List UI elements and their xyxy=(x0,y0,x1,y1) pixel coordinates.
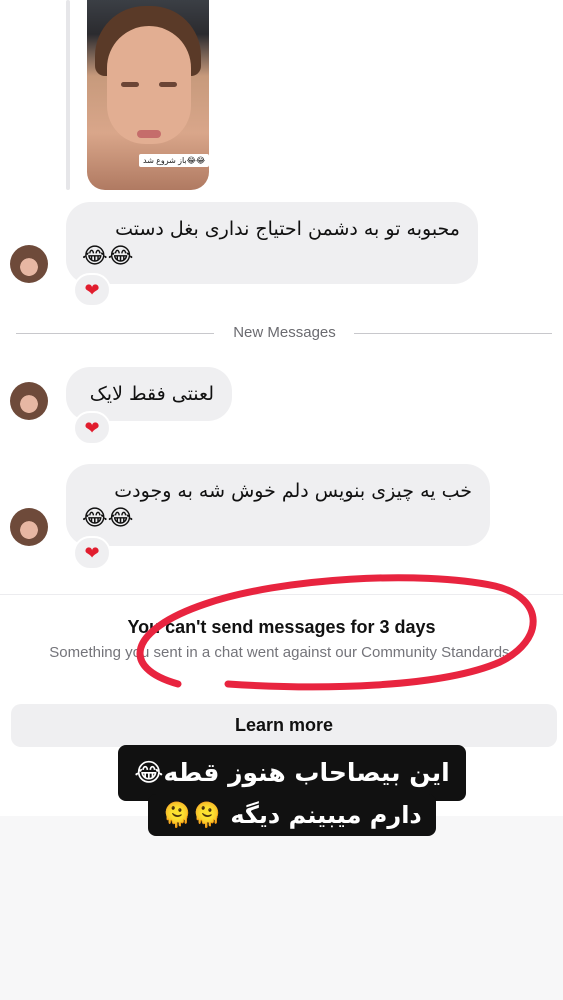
new-messages-divider-left xyxy=(16,333,214,334)
story-text-sticker: این بیصاحاب هنوز قطه😂 xyxy=(118,745,466,801)
new-messages-divider-label: New Messages xyxy=(233,324,336,341)
message-emoji: 😂😂 xyxy=(82,506,134,531)
bottom-blank-area xyxy=(0,816,563,1000)
message-bubble[interactable]: خب یه چیزی بنویس دلم خوش شه به وجودت 😂😂 xyxy=(66,464,490,546)
story-text-sticker: دارم میبینم دیگه 🫠🫠 xyxy=(148,794,436,836)
message-text: لعنتی فقط لایک xyxy=(89,383,214,405)
heart-reaction[interactable]: ❤ xyxy=(73,536,111,570)
video-thumbnail-face xyxy=(107,26,191,144)
heart-icon: ❤ xyxy=(84,542,100,563)
video-thumbnail-lips xyxy=(137,130,161,138)
restriction-title: You can't send messages for 3 days xyxy=(127,617,436,637)
video-message-thumbnail[interactable]: باز شروع شد😂😂 xyxy=(87,0,209,190)
message-text: خب یه چیزی بنویس دلم خوش شه به وجودت xyxy=(114,480,472,502)
restriction-description: Something you sent in a chat went agains… xyxy=(49,644,514,661)
story-text-line1: این بیصاحاب هنوز قطه😂 xyxy=(134,758,450,787)
video-thumbnail-eye xyxy=(159,82,177,87)
reply-thread-line xyxy=(66,0,70,190)
heart-icon: ❤ xyxy=(84,279,100,300)
heart-reaction[interactable]: ❤ xyxy=(73,411,111,445)
learn-more-button[interactable]: Learn more xyxy=(11,704,557,747)
message-text: محبوبه تو به دشمن احتیاج نداری بغل دستت xyxy=(115,218,460,240)
video-caption: باز شروع شد😂😂 xyxy=(139,154,209,167)
video-thumbnail-eye xyxy=(121,82,139,87)
avatar[interactable] xyxy=(10,382,48,420)
avatar[interactable] xyxy=(10,245,48,283)
message-bubble[interactable]: محبوبه تو به دشمن احتیاج نداری بغل دستت … xyxy=(66,202,478,284)
composer-separator xyxy=(0,594,563,595)
story-text-line2: دارم میبینم دیگه 🫠🫠 xyxy=(162,801,422,829)
avatar[interactable] xyxy=(10,508,48,546)
heart-reaction[interactable]: ❤ xyxy=(73,273,111,307)
new-messages-divider-right xyxy=(354,333,552,334)
heart-icon: ❤ xyxy=(84,417,100,438)
message-emoji: 😂😂 xyxy=(82,244,134,269)
